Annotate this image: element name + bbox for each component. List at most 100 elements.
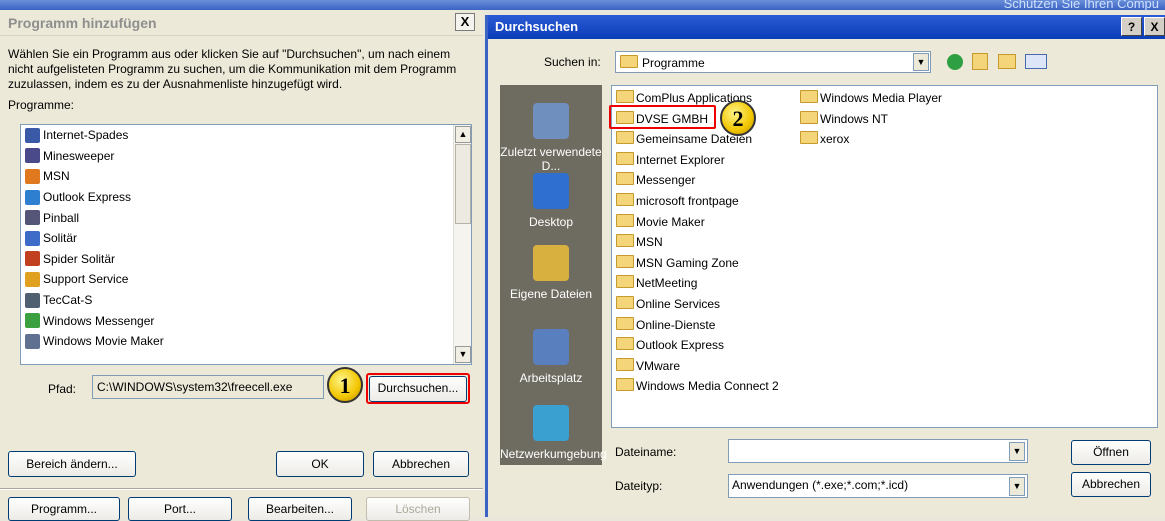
- background-window-strip: Schützen Sie Ihren Compu: [0, 0, 1165, 11]
- browse-button[interactable]: Durchsuchen...: [369, 376, 467, 402]
- look-in-dropdown[interactable]: Programme ▼: [615, 51, 931, 73]
- folder-item[interactable]: NetMeeting: [616, 275, 697, 291]
- list-item[interactable]: TecCat-S: [21, 290, 471, 311]
- cancel-button[interactable]: Abbrechen: [373, 451, 469, 477]
- look-in-label: Suchen in:: [544, 55, 601, 69]
- folder-item[interactable]: MSN Gaming Zone: [616, 254, 739, 271]
- folder-label: Windows Media Player: [820, 91, 943, 105]
- folder-icon: [616, 316, 634, 330]
- list-item[interactable]: Minesweeper: [21, 146, 471, 167]
- port-button[interactable]: Port...: [128, 497, 232, 521]
- browse-cancel-button[interactable]: Abbrechen: [1071, 472, 1151, 497]
- place-label: Netzwerkumgebung: [500, 447, 607, 461]
- scroll-thumb[interactable]: [455, 144, 471, 224]
- folder-item[interactable]: Outlook Express: [616, 337, 724, 353]
- folder-icon: [800, 131, 818, 145]
- folder-label: MSN Gaming Zone: [636, 255, 739, 270]
- folder-icon: [616, 378, 634, 392]
- my-documents-icon: [533, 245, 569, 281]
- place-label: Eigene Dateien: [509, 287, 593, 301]
- folder-label: Windows NT: [820, 111, 889, 126]
- vertical-scrollbar[interactable]: ▲ ▼: [453, 125, 471, 364]
- filename-dropdown-icon[interactable]: ▼: [1009, 442, 1025, 461]
- place-my-computer[interactable]: Arbeitsplatz: [500, 329, 602, 385]
- close-button[interactable]: X: [455, 13, 475, 31]
- place-label: Desktop: [528, 215, 574, 229]
- teccat-icon: [25, 292, 40, 308]
- movie-maker-icon: [25, 333, 40, 349]
- edit-button[interactable]: Bearbeiten...: [248, 497, 352, 521]
- change-scope-button[interactable]: Bereich ändern...: [8, 451, 136, 477]
- folder-icon: [616, 254, 634, 268]
- filename-input[interactable]: [728, 439, 1028, 463]
- place-desktop[interactable]: Desktop: [500, 173, 602, 229]
- folder-item[interactable]: Internet Explorer: [616, 151, 725, 168]
- scroll-down-button[interactable]: ▼: [455, 346, 471, 363]
- folder-label: NetMeeting: [636, 276, 698, 291]
- folder-icon: [616, 151, 634, 165]
- file-list[interactable]: ComPlus Applications DVSE GMBH Gemeinsame …: [611, 85, 1158, 428]
- chevron-down-icon[interactable]: ▼: [913, 53, 929, 71]
- folder-item[interactable]: Windows Media Connect 2: [616, 378, 779, 394]
- folder-label: MSN: [636, 235, 663, 250]
- folder-item[interactable]: Online-Dienste: [616, 316, 715, 333]
- recent-documents-icon: [533, 103, 569, 139]
- folder-item[interactable]: Movie Maker: [616, 213, 705, 230]
- folder-label: Movie Maker: [636, 214, 705, 229]
- delete-button[interactable]: Löschen: [366, 497, 470, 521]
- list-item[interactable]: Outlook Express: [21, 187, 471, 208]
- folder-icon: [616, 234, 634, 248]
- place-network[interactable]: Netzwerkumgebung: [500, 405, 607, 461]
- path-field[interactable]: C:\WINDOWS\system32\freecell.exe: [92, 375, 324, 399]
- list-item[interactable]: Spider Solitär: [21, 249, 471, 270]
- mine-icon: [25, 148, 40, 164]
- program-button[interactable]: Programm...: [8, 497, 120, 521]
- list-item[interactable]: MSN: [21, 166, 471, 187]
- folder-icon: [616, 357, 634, 371]
- folder-item[interactable]: MSN: [616, 234, 663, 250]
- outlook-express-icon: [25, 189, 40, 205]
- folder-icon: [800, 90, 818, 103]
- folder-item[interactable]: VMware: [616, 357, 680, 374]
- filetype-select[interactable]: Anwendungen (*.exe;*.com;*.icd): [728, 474, 1028, 498]
- folder-icon: [616, 131, 634, 145]
- back-icon[interactable]: [947, 54, 963, 70]
- place-my-documents[interactable]: Eigene Dateien: [500, 245, 602, 301]
- list-item[interactable]: Windows Movie Maker: [21, 331, 471, 352]
- list-item[interactable]: Pinball: [21, 207, 471, 228]
- folder-item[interactable]: Windows Media Player: [800, 90, 942, 106]
- folder-item[interactable]: xerox: [800, 131, 849, 147]
- folder-label: microsoft frontpage: [636, 194, 739, 208]
- separator: [0, 488, 483, 490]
- view-menu-icon[interactable]: [1025, 54, 1047, 69]
- folder-label: Outlook Express: [636, 338, 725, 353]
- browse-close-button[interactable]: X: [1144, 17, 1165, 36]
- folder-icon: [800, 110, 818, 124]
- list-item-label: Spider Solitär: [43, 251, 116, 266]
- ok-button[interactable]: OK: [276, 451, 364, 477]
- folder-item[interactable]: Windows NT: [800, 110, 889, 127]
- new-folder-icon[interactable]: [998, 54, 1016, 69]
- highlight-dvse-box: [609, 105, 716, 129]
- spades-icon: [25, 127, 40, 143]
- scroll-up-button[interactable]: ▲: [455, 126, 471, 143]
- folder-item[interactable]: Messenger: [616, 172, 695, 188]
- list-item[interactable]: Support Service: [21, 269, 471, 290]
- filetype-label: Dateityp:: [615, 479, 663, 493]
- folder-label: xerox: [820, 132, 850, 147]
- open-button[interactable]: Öffnen: [1071, 440, 1151, 465]
- pinball-icon: [25, 210, 40, 226]
- filetype-dropdown-icon[interactable]: ▼: [1009, 477, 1025, 496]
- list-item[interactable]: Internet-Spades: [21, 125, 471, 146]
- list-item[interactable]: Windows Messenger: [21, 310, 471, 331]
- folder-item[interactable]: microsoft frontpage: [616, 193, 739, 209]
- browse-dialog: Durchsuchen ? X Suchen in: Programme ▼ Z…: [485, 15, 1165, 517]
- folder-icon: [616, 193, 634, 206]
- programs-list[interactable]: Internet-Spades Minesweeper MSN Outlook Exp…: [20, 124, 472, 365]
- place-recent-documents[interactable]: Zuletzt verwendete D...: [500, 103, 602, 173]
- folder-item[interactable]: Online Services: [616, 296, 720, 312]
- list-item[interactable]: Solitär: [21, 228, 471, 249]
- add-program-dialog: Programm hinzufügen X Wählen Sie ein Pro…: [0, 10, 483, 521]
- help-button[interactable]: ?: [1121, 17, 1142, 36]
- up-folder-icon[interactable]: [972, 53, 988, 70]
